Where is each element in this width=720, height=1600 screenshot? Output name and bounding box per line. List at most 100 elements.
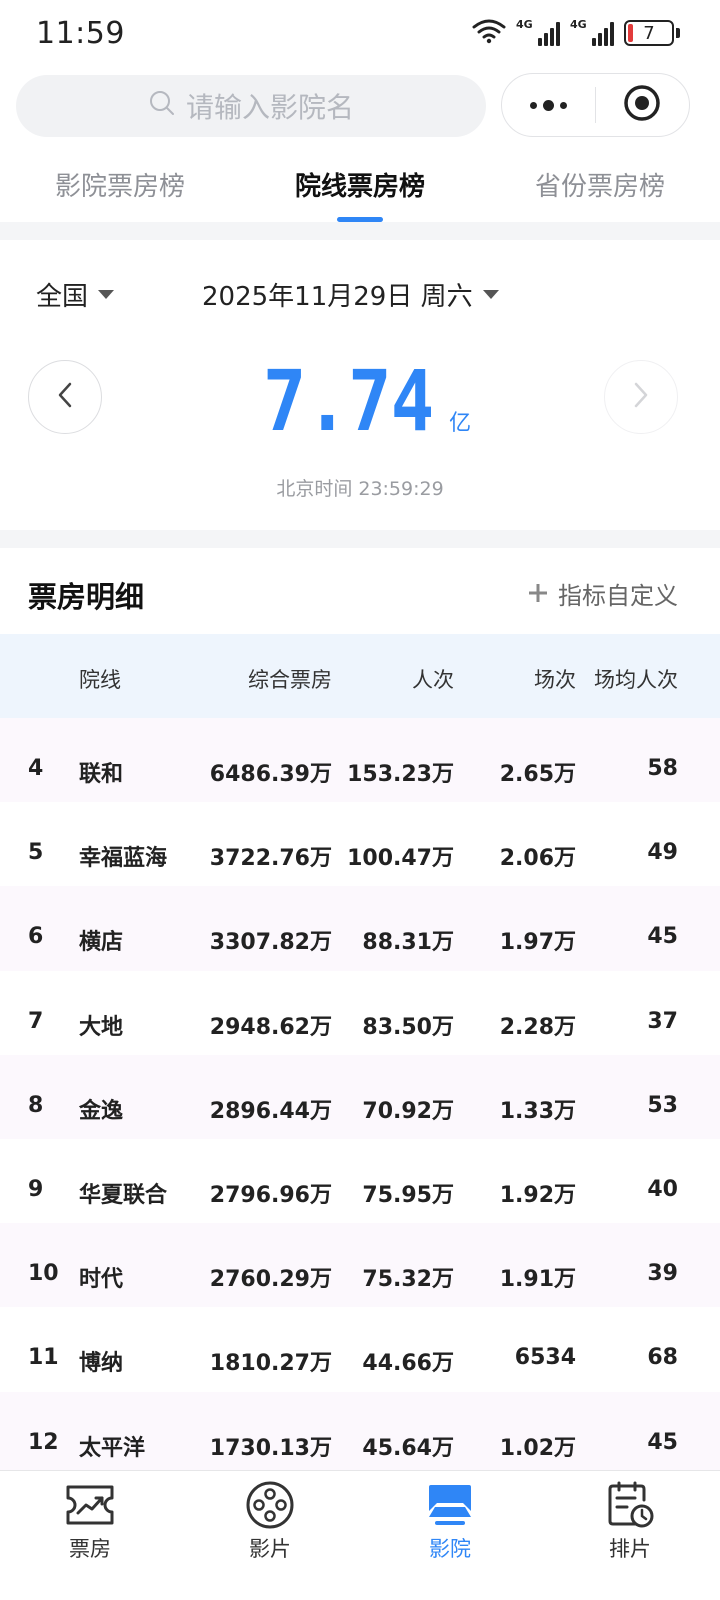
row-avg-per-show: 58 bbox=[647, 756, 678, 781]
chevron-right-icon bbox=[631, 381, 651, 413]
column-header-avg-per-show[interactable]: 场均人次 bbox=[594, 664, 678, 694]
battery-level: 7 bbox=[643, 22, 655, 44]
row-box-office: 2948.62万 bbox=[209, 1014, 332, 1040]
battery-cap bbox=[676, 28, 680, 38]
row-circuit-name: 华夏联合 bbox=[79, 1182, 168, 1208]
row-admissions: 83.50万 bbox=[362, 1014, 454, 1040]
bottom-tabbar: 票房 影片 影院 排片 bbox=[0, 1470, 720, 1600]
total-box-office-value: 7.74 bbox=[262, 352, 434, 450]
row-shows: 1.33万 bbox=[499, 1098, 576, 1124]
tabbar-item-box-office[interactable]: 票房 bbox=[0, 1471, 180, 1600]
row-circuit-name: 大地 bbox=[79, 1014, 124, 1040]
row-avg-per-show: 39 bbox=[647, 1261, 678, 1287]
target-circle-icon bbox=[623, 84, 661, 126]
table-row[interactable]: 9 华夏联合 2796.96万 75.95万 1.92万 40 bbox=[0, 1139, 720, 1223]
caret-down-icon bbox=[98, 290, 115, 299]
table-row[interactable]: 11 博纳 1810.27万 44.66万 6534 68 bbox=[0, 1307, 720, 1391]
row-avg-per-show: 68 bbox=[647, 1345, 678, 1371]
tabbar-item-films[interactable]: 影片 bbox=[180, 1471, 360, 1600]
row-circuit-name: 幸福蓝海 bbox=[79, 846, 168, 872]
mini-program-capsule bbox=[501, 73, 690, 137]
row-shows: 2.65万 bbox=[499, 762, 576, 787]
row-admissions: 45.64万 bbox=[362, 1435, 454, 1461]
close-mini-program-button[interactable] bbox=[596, 84, 689, 126]
row-admissions: 153.23万 bbox=[347, 762, 454, 787]
table-row[interactable]: 10 时代 2760.29万 75.32万 1.91万 39 bbox=[0, 1223, 720, 1308]
box-office-detail: 票房明细 指标自定义 院线 综合票房 人次 场次 场均人次 4 联和 6486.… bbox=[0, 548, 720, 1476]
row-shows: 2.28万 bbox=[499, 1014, 576, 1040]
custom-metrics-label: 指标自定义 bbox=[558, 582, 678, 610]
row-box-office: 2896.44万 bbox=[209, 1098, 332, 1124]
cellular-signal-icon-2: 4G bbox=[570, 18, 614, 46]
row-box-office: 3722.76万 bbox=[209, 846, 332, 872]
custom-metrics-button[interactable]: 指标自定义 bbox=[528, 576, 678, 611]
row-circuit-name: 联和 bbox=[79, 762, 124, 787]
row-avg-per-show: 45 bbox=[647, 1429, 678, 1455]
tabbar-item-schedule[interactable]: 排片 bbox=[540, 1471, 720, 1600]
row-rank: 9 bbox=[28, 1176, 44, 1202]
row-box-office: 1730.13万 bbox=[209, 1435, 332, 1461]
cellular-signal-icon-1: 4G bbox=[516, 18, 560, 46]
summary-card: 全国 2025年11月29日 周六 7.74 亿 北京时间 23:59:29 bbox=[0, 240, 720, 530]
tabbar-label: 排片 bbox=[609, 1537, 651, 1561]
more-options-button[interactable] bbox=[502, 99, 595, 111]
row-admissions: 100.47万 bbox=[347, 846, 454, 872]
row-circuit-name: 时代 bbox=[79, 1267, 124, 1293]
tabbar-item-cinemas[interactable]: 影院 bbox=[360, 1471, 540, 1600]
row-box-office: 3307.82万 bbox=[209, 930, 332, 956]
column-header-box-office[interactable]: 综合票房 bbox=[248, 664, 332, 694]
tab-cinema-ranking[interactable]: 影院票房榜 bbox=[0, 162, 240, 222]
next-day-button[interactable] bbox=[604, 360, 678, 434]
caret-down-icon bbox=[482, 290, 499, 299]
status-icons: 4G 4G 7 bbox=[472, 18, 680, 48]
row-shows: 1.92万 bbox=[499, 1182, 576, 1208]
battery-icon: 7 bbox=[624, 20, 674, 46]
column-header-admissions[interactable]: 人次 bbox=[412, 664, 454, 694]
row-avg-per-show: 49 bbox=[647, 840, 678, 866]
row-circuit-name: 太平洋 bbox=[79, 1435, 146, 1461]
table-row[interactable]: 5 幸福蓝海 3722.76万 100.47万 2.06万 49 bbox=[0, 802, 720, 886]
row-rank: 7 bbox=[28, 1008, 44, 1034]
film-reel-icon bbox=[242, 1479, 298, 1531]
total-box-office-unit: 亿 bbox=[449, 411, 472, 436]
table-row[interactable]: 12 太平洋 1730.13万 45.64万 1.02万 45 bbox=[0, 1391, 720, 1476]
date-selector[interactable]: 2025年11月29日 周六 bbox=[202, 276, 499, 313]
row-circuit-name: 横店 bbox=[79, 930, 124, 956]
row-rank: 10 bbox=[28, 1261, 59, 1287]
row-shows: 1.02万 bbox=[499, 1435, 576, 1461]
search-input[interactable]: 请输入影院名 bbox=[16, 75, 486, 137]
row-avg-per-show: 37 bbox=[647, 1008, 678, 1034]
table-row[interactable]: 8 金逸 2896.44万 70.92万 1.33万 53 bbox=[0, 1054, 720, 1139]
row-shows: 1.91万 bbox=[499, 1267, 576, 1293]
table-row[interactable]: 4 联和 6486.39万 153.23万 2.65万 58 bbox=[0, 718, 720, 803]
region-selector[interactable]: 全国 bbox=[36, 276, 115, 313]
date-label: 2025年11月29日 周六 bbox=[202, 282, 473, 312]
row-rank: 12 bbox=[28, 1429, 59, 1455]
table-row[interactable]: 7 大地 2948.62万 83.50万 2.28万 37 bbox=[0, 971, 720, 1055]
row-admissions: 75.32万 bbox=[362, 1267, 454, 1293]
row-avg-per-show: 45 bbox=[647, 924, 678, 950]
row-shows: 6534 bbox=[514, 1345, 576, 1371]
box-office-ticket-icon bbox=[62, 1479, 118, 1531]
search-placeholder: 请输入影院名 bbox=[185, 91, 354, 124]
row-circuit-name: 博纳 bbox=[79, 1351, 124, 1377]
more-dots-icon bbox=[530, 101, 537, 109]
row-box-office: 2760.29万 bbox=[209, 1267, 332, 1293]
column-header-shows[interactable]: 场次 bbox=[534, 664, 576, 694]
tab-province-ranking[interactable]: 省份票房榜 bbox=[480, 162, 720, 222]
wifi-icon bbox=[472, 18, 506, 48]
cinema-screen-icon bbox=[422, 1479, 478, 1531]
row-admissions: 75.95万 bbox=[362, 1182, 454, 1208]
row-box-office: 1810.27万 bbox=[209, 1351, 332, 1377]
row-admissions: 70.92万 bbox=[362, 1098, 454, 1124]
tabbar-label: 影片 bbox=[249, 1537, 291, 1561]
header: 请输入影院名 影院票房榜 院线票房榜 省份票房榜 bbox=[0, 66, 720, 222]
row-rank: 4 bbox=[28, 756, 44, 781]
row-box-office: 6486.39万 bbox=[209, 762, 332, 787]
table-row[interactable]: 6 横店 3307.82万 88.31万 1.97万 45 bbox=[0, 886, 720, 971]
search-icon bbox=[148, 89, 176, 124]
region-label: 全国 bbox=[36, 282, 89, 312]
column-header-circuit[interactable]: 院线 bbox=[79, 664, 121, 694]
tab-circuit-ranking[interactable]: 院线票房榜 bbox=[240, 162, 480, 222]
schedule-clock-icon bbox=[602, 1479, 658, 1531]
